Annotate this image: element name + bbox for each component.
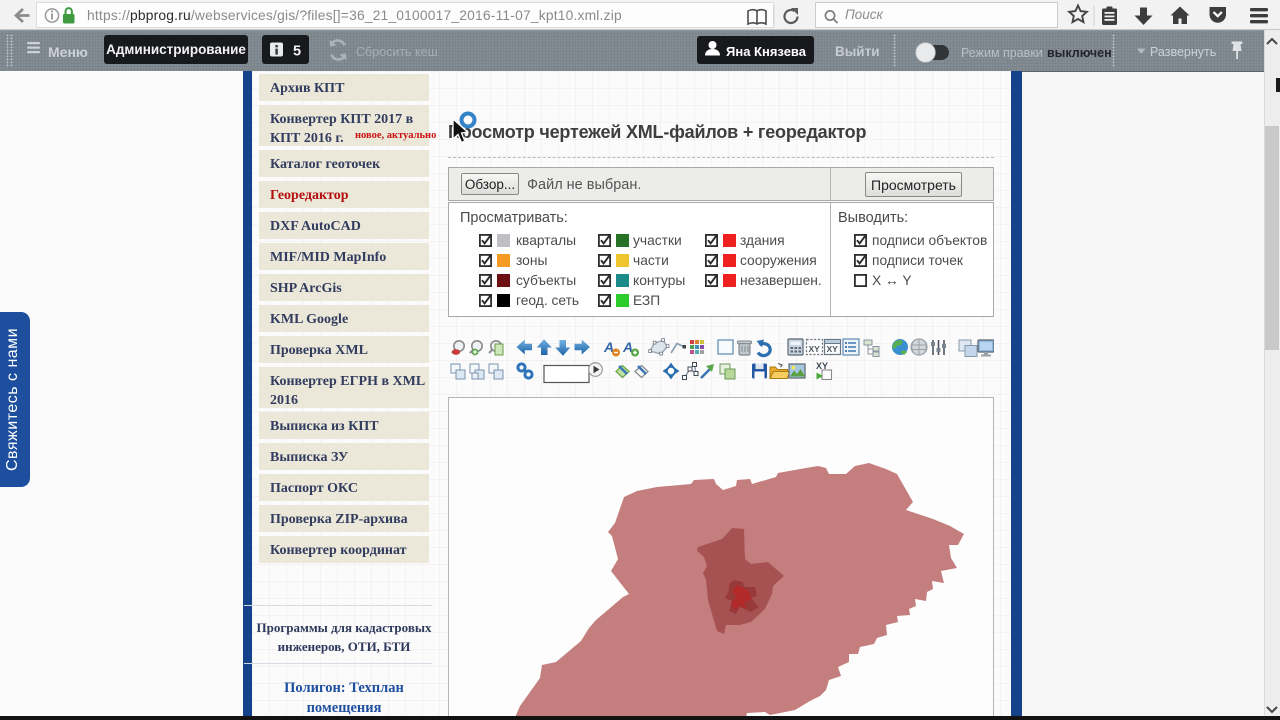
svg-text:5: 5: [293, 44, 301, 60]
svg-text:части: части: [633, 253, 669, 268]
svg-text:XY: XY: [827, 344, 839, 354]
svg-text:контуры: контуры: [633, 273, 685, 288]
svg-text:здания: здания: [740, 233, 785, 248]
svg-text:незавершен.: незавершен.: [740, 273, 822, 288]
svg-text:участки: участки: [633, 233, 682, 248]
svg-text:подписи точек: подписи точек: [872, 253, 964, 268]
svg-text:подписи объектов: подписи объектов: [872, 233, 987, 248]
svg-text:геод. сеть: геод. сеть: [516, 293, 579, 308]
svg-text:сооружения: сооружения: [740, 253, 817, 268]
svg-text:XY: XY: [809, 344, 821, 354]
svg-text:ЕЗП: ЕЗП: [633, 293, 660, 308]
svg-text:кварталы: кварталы: [516, 233, 576, 248]
svg-text:зоны: зоны: [516, 253, 547, 268]
svg-text:субъекты: субъекты: [516, 273, 576, 288]
svg-text:X ↔ Y: X ↔ Y: [872, 273, 912, 288]
